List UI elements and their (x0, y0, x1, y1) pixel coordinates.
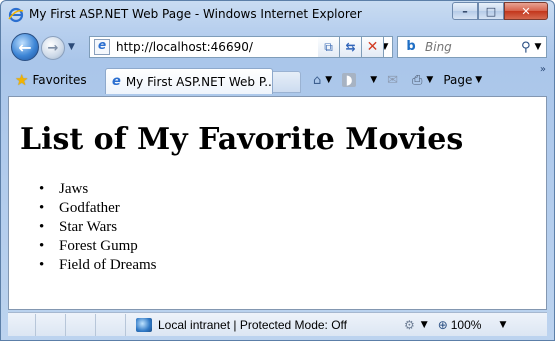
search-dropdown-icon[interactable]: ▼ (535, 42, 542, 52)
refresh-icon: ⇆ (345, 40, 356, 54)
list-item: Field of Dreams (39, 256, 156, 275)
tab-label: My First ASP.NET Web P... (125, 74, 276, 89)
navigation-bar: ← → ▼ http://localhost:46690/ ▼ ⧉ ⇆ ✕ b … (1, 31, 554, 63)
caption-buttons: – □ ✕ (452, 2, 548, 20)
feeds-dropdown[interactable]: ▼ (370, 75, 377, 85)
maximize-button[interactable]: □ (478, 2, 504, 20)
search-bar[interactable]: b ⚲ ▼ (397, 36, 547, 58)
list-item: Godfather (39, 199, 156, 218)
status-right: ⚙ ▼ ⊕ 100% ▼ (404, 316, 516, 334)
zoom-dropdown-icon[interactable]: ▼ (499, 320, 506, 330)
minimize-icon: – (462, 4, 468, 18)
search-icon[interactable]: ⚲ (521, 40, 531, 55)
ie-page-icon: e (112, 74, 121, 89)
intranet-zone-icon (136, 318, 152, 332)
title-bar[interactable]: My First ASP.NET Web Page - Windows Inte… (1, 1, 554, 29)
security-zone[interactable]: Local intranet | Protected Mode: Off (136, 315, 347, 335)
home-icon: ⌂ (313, 72, 322, 88)
forward-arrow-icon: → (47, 40, 59, 56)
list-item: Forest Gump (39, 237, 156, 256)
list-item: Star Wars (39, 218, 156, 237)
feeds-button[interactable]: ◗ (342, 73, 360, 88)
star-icon: ★ (15, 71, 29, 89)
zoom-level[interactable]: 100% (451, 318, 482, 332)
bing-icon: b (406, 39, 416, 54)
zone-text: Local intranet | Protected Mode: Off (158, 318, 347, 332)
movie-list: Jaws Godfather Star Wars Forest Gump Fie… (39, 180, 156, 275)
ie-logo-icon (8, 7, 24, 23)
status-segment (96, 313, 126, 336)
new-tab-button[interactable] (273, 71, 301, 93)
minimize-button[interactable]: – (452, 2, 478, 20)
page-icon (94, 38, 110, 55)
maximize-icon: □ (485, 4, 497, 18)
status-segment (8, 313, 36, 336)
close-icon: ✕ (521, 4, 531, 18)
popup-dropdown-icon[interactable]: ▼ (421, 320, 428, 330)
more-commands-chevron-icon[interactable]: » (540, 64, 546, 75)
favorites-button[interactable]: ★ Favorites (15, 71, 87, 89)
rss-feed-icon: ◗ (342, 73, 357, 88)
compatibility-view-button[interactable]: ⧉ (318, 36, 340, 58)
stop-icon: ✕ (366, 39, 379, 55)
print-button[interactable]: ⎙ ▼ (412, 73, 433, 88)
window-title: My First ASP.NET Web Page - Windows Inte… (29, 7, 362, 21)
page-menu-label: Page (443, 73, 473, 87)
compatibility-view-icon: ⧉ (324, 39, 333, 54)
page-content: List of My Favorite Movies Jaws Godfathe… (8, 96, 547, 310)
printer-icon: ⎙ (412, 72, 423, 88)
search-input[interactable] (425, 40, 515, 54)
popup-blocker-icon[interactable]: ⚙ (404, 318, 415, 332)
home-dropdown-icon[interactable]: ▼ (325, 75, 332, 85)
refresh-button[interactable]: ⇆ (340, 36, 362, 58)
page-menu-dropdown-icon: ▼ (472, 75, 483, 85)
page-menu[interactable]: Page ▼ (443, 73, 482, 87)
page-heading: List of My Favorite Movies (20, 122, 464, 157)
forward-button[interactable]: → (41, 36, 65, 60)
close-button[interactable]: ✕ (504, 2, 548, 20)
list-item: Jaws (39, 180, 156, 199)
command-bar: ⌂ ▼ ◗ ▼ ✉ ⎙ ▼ Page ▼ (313, 70, 492, 90)
favorites-label: Favorites (32, 73, 87, 87)
tab-current-page[interactable]: e My First ASP.NET Web P... (105, 68, 276, 94)
back-button[interactable]: ← (11, 33, 39, 61)
address-tools: ⧉ ⇆ ✕ (318, 36, 384, 58)
stop-button[interactable]: ✕ (362, 36, 384, 58)
read-mail-button[interactable]: ✉ (387, 73, 402, 88)
print-dropdown-icon[interactable]: ▼ (426, 75, 433, 85)
status-segment (36, 313, 66, 336)
status-bar: Local intranet | Protected Mode: Off ⚙ ▼… (8, 312, 547, 336)
mail-icon: ✉ (387, 72, 399, 88)
feeds-dropdown-icon[interactable]: ▼ (370, 75, 377, 85)
back-arrow-icon: ← (18, 37, 32, 57)
status-segment (66, 313, 96, 336)
favorites-bar: ★ Favorites e My First ASP.NET Web P... … (1, 64, 554, 94)
browser-window: My First ASP.NET Web Page - Windows Inte… (0, 0, 555, 341)
zoom-icon: ⊕ (437, 318, 448, 332)
home-button[interactable]: ⌂ ▼ (313, 73, 332, 88)
recent-pages-dropdown[interactable]: ▼ (68, 42, 75, 52)
